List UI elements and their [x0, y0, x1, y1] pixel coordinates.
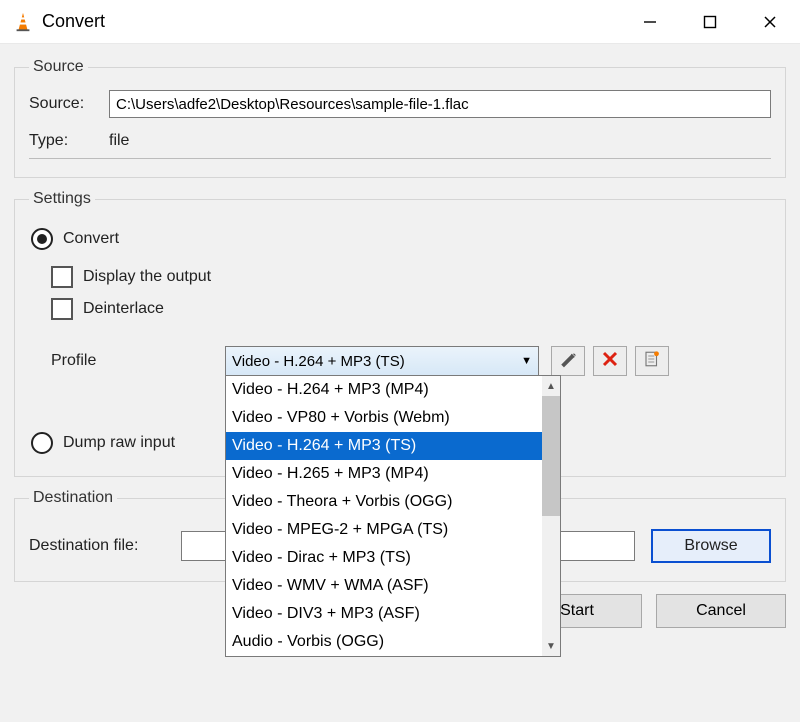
radio-selected-icon	[31, 228, 53, 250]
source-group: Source Source: Type: file	[14, 58, 786, 178]
scroll-down-icon[interactable]: ▼	[542, 636, 560, 656]
profile-option[interactable]: Video - H.265 + MP3 (MP4)	[226, 460, 542, 488]
destination-file-label: Destination file:	[29, 537, 181, 555]
deinterlace-checkbox-row[interactable]: Deinterlace	[51, 298, 771, 320]
source-input[interactable]	[109, 90, 771, 118]
profile-option[interactable]: Video - WMV + WMA (ASF)	[226, 572, 542, 600]
scroll-thumb[interactable]	[542, 396, 560, 516]
dialog-content: Source Source: Type: file Settings Conve…	[0, 44, 800, 722]
dropdown-scrollbar[interactable]: ▲ ▼	[542, 376, 560, 656]
edit-profile-button[interactable]	[551, 346, 585, 376]
wrench-icon	[559, 350, 577, 373]
settings-group: Settings Convert Display the output Dein…	[14, 190, 786, 477]
dump-raw-label: Dump raw input	[63, 434, 175, 452]
display-output-label: Display the output	[83, 268, 211, 286]
profile-dropdown-list: Video - H.264 + MP3 (MP4)Video - VP80 + …	[225, 375, 561, 657]
type-label: Type:	[29, 132, 109, 150]
titlebar: Convert	[0, 0, 800, 44]
vlc-cone-icon	[12, 11, 34, 33]
new-profile-button[interactable]	[635, 346, 669, 376]
profile-option[interactable]: Video - MPEG-2 + MPGA (TS)	[226, 516, 542, 544]
profile-option[interactable]: Video - VP80 + Vorbis (Webm)	[226, 404, 542, 432]
destination-legend: Destination	[29, 489, 117, 507]
profile-option[interactable]: Video - H.264 + MP3 (MP4)	[226, 376, 542, 404]
window-title: Convert	[42, 11, 105, 32]
browse-button[interactable]: Browse	[651, 529, 771, 563]
cancel-button[interactable]: Cancel	[656, 594, 786, 628]
profile-option[interactable]: Video - DIV3 + MP3 (ASF)	[226, 600, 542, 628]
start-button-label: Start	[560, 602, 594, 620]
display-output-checkbox-row[interactable]: Display the output	[51, 266, 771, 288]
profile-dropdown[interactable]: Video - H.264 + MP3 (TS) ▼	[225, 346, 539, 376]
checkbox-unchecked-icon	[51, 266, 73, 288]
deinterlace-label: Deinterlace	[83, 300, 164, 318]
type-value: file	[109, 132, 129, 150]
chevron-down-icon: ▼	[521, 355, 532, 367]
delete-x-icon	[602, 351, 618, 372]
cancel-button-label: Cancel	[696, 602, 746, 620]
radio-unselected-icon	[31, 432, 53, 454]
scroll-up-icon[interactable]: ▲	[542, 376, 560, 396]
profile-option[interactable]: Video - H.264 + MP3 (TS)	[226, 432, 542, 460]
delete-profile-button[interactable]	[593, 346, 627, 376]
maximize-button[interactable]	[680, 0, 740, 44]
new-document-icon	[643, 350, 661, 373]
settings-legend: Settings	[29, 190, 95, 208]
convert-radio-row[interactable]: Convert	[31, 228, 771, 250]
checkbox-unchecked-icon	[51, 298, 73, 320]
browse-button-label: Browse	[684, 537, 737, 555]
profile-selected-value: Video - H.264 + MP3 (TS)	[232, 353, 405, 370]
source-legend: Source	[29, 58, 88, 76]
convert-label: Convert	[63, 230, 119, 248]
source-label: Source:	[29, 95, 109, 113]
minimize-button[interactable]	[620, 0, 680, 44]
window-controls	[620, 0, 800, 44]
profile-option[interactable]: Video - Theora + Vorbis (OGG)	[226, 488, 542, 516]
profile-option[interactable]: Audio - Vorbis (OGG)	[226, 628, 542, 656]
close-button[interactable]	[740, 0, 800, 44]
profile-option[interactable]: Video - Dirac + MP3 (TS)	[226, 544, 542, 572]
profile-label: Profile	[51, 352, 225, 370]
